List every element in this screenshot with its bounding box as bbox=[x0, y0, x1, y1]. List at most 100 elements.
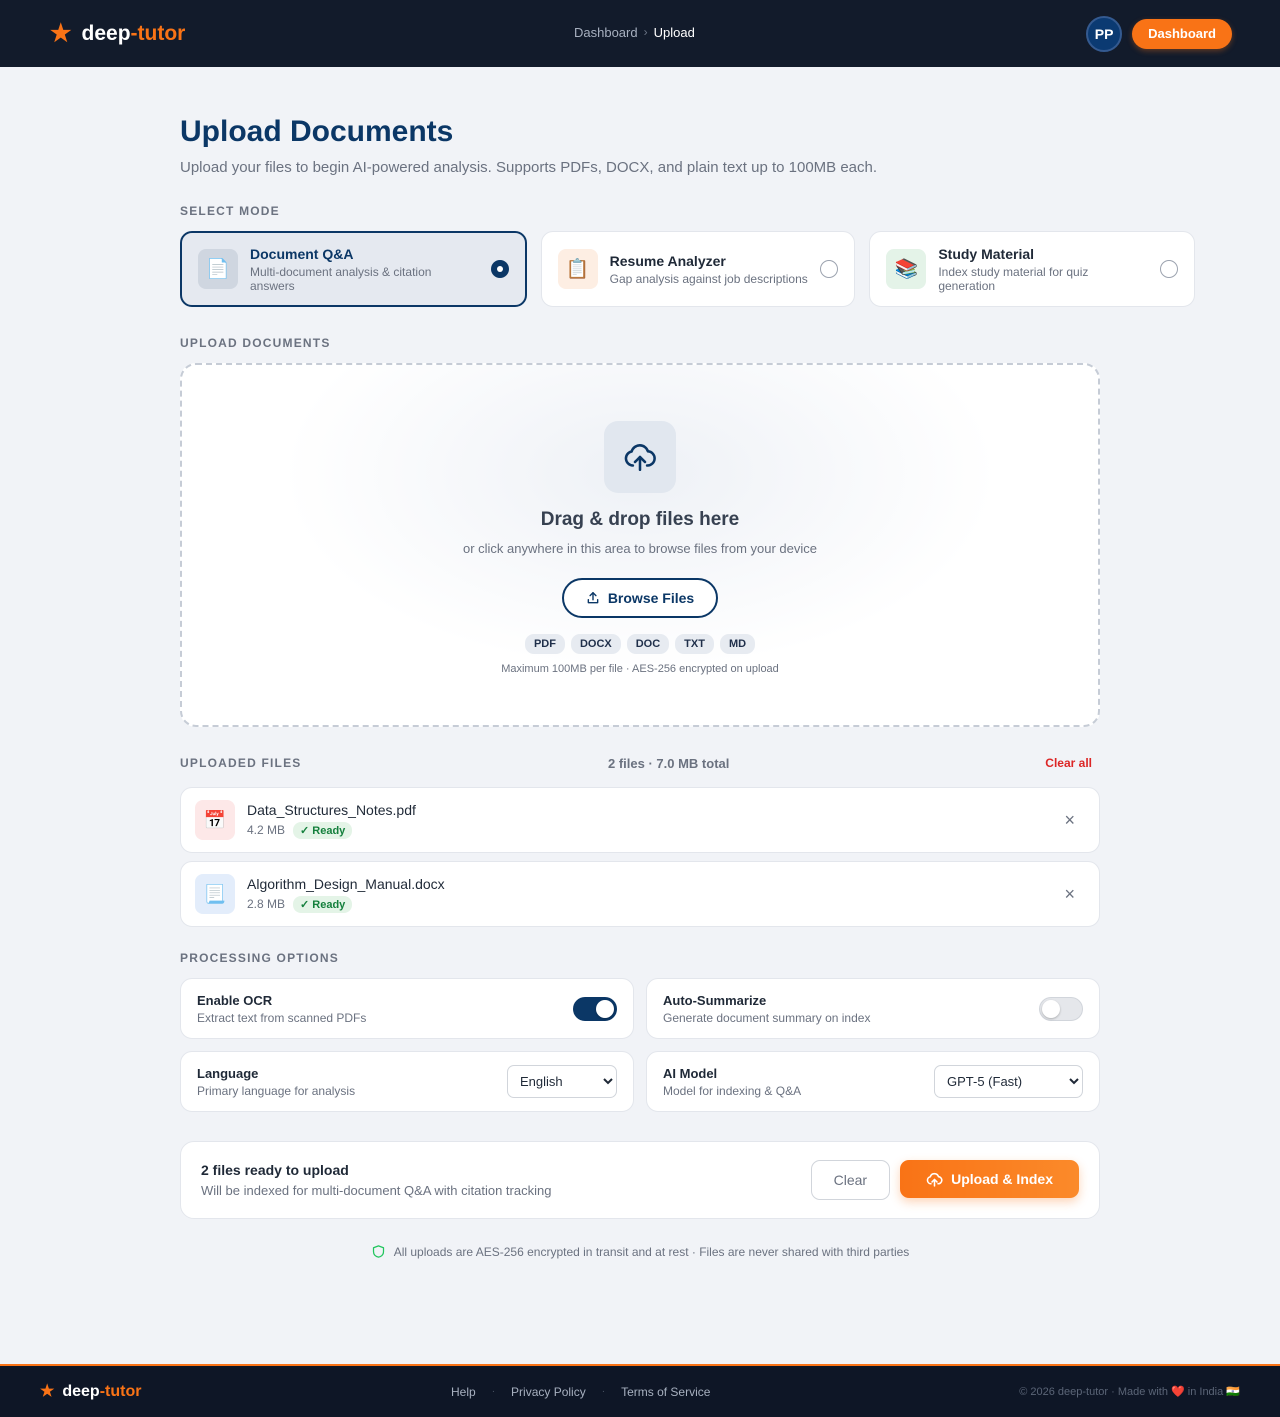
option-description: Generate document summary on index bbox=[663, 1010, 871, 1025]
page-subtitle: Upload your files to begin AI-powered an… bbox=[180, 159, 878, 176]
status-badge: ✓ Ready bbox=[293, 895, 353, 913]
security-note: All uploads are AES-256 encrypted in tra… bbox=[180, 1244, 1100, 1259]
copyright: © 2026 deep-tutor · Made with ❤️ in Indi… bbox=[1019, 1386, 1240, 1398]
browse-files-label: Browse Files bbox=[607, 590, 695, 606]
mode-card-study-material[interactable]: 📚 Study Material Index study material fo… bbox=[869, 231, 1195, 307]
file-type-chip: DOC bbox=[626, 634, 670, 654]
mode-selector: 📄 Document Q&A Multi-document analysis &… bbox=[180, 231, 1195, 307]
option-title: Enable OCR bbox=[197, 992, 273, 1008]
dropzone-subtitle: or click anywhere in this area to browse… bbox=[462, 541, 818, 556]
separator: · bbox=[601, 1386, 606, 1397]
ready-subtitle: Will be indexed for multi-document Q&A w… bbox=[201, 1183, 552, 1198]
shield-icon bbox=[372, 1245, 384, 1258]
files-summary: 2 files · 7.0 MB total bbox=[608, 755, 730, 771]
clipboard-icon: 📋 bbox=[557, 249, 598, 289]
uploaded-files-header: UPLOADED FILES 2 files · 7.0 MB total Cl… bbox=[180, 755, 1100, 771]
mode-radio[interactable] bbox=[820, 260, 839, 278]
browse-files-button[interactable]: Browse Files bbox=[561, 578, 719, 618]
option-title: AI Model bbox=[663, 1065, 718, 1081]
cloud-upload-icon bbox=[604, 421, 676, 493]
option-ai-model: AI Model Model for indexing & Q&A GPT-5 … bbox=[646, 1051, 1100, 1112]
brand-name: deep-tutor bbox=[62, 1382, 142, 1400]
mode-card-resume-analyzer[interactable]: 📋 Resume Analyzer Gap analysis against j… bbox=[540, 231, 856, 307]
cloud-upload-icon bbox=[926, 1172, 943, 1187]
option-language: Language Primary language for analysis E… bbox=[180, 1051, 634, 1112]
mode-description: Multi-document analysis & citation answe… bbox=[250, 264, 432, 293]
mode-card-document-qa[interactable]: 📄 Document Q&A Multi-document analysis &… bbox=[180, 231, 527, 307]
upload-action-bar: 2 files ready to upload Will be indexed … bbox=[180, 1141, 1100, 1219]
ocr-toggle[interactable] bbox=[573, 996, 617, 1021]
option-description: Model for indexing & Q&A bbox=[663, 1083, 802, 1098]
page-title: Upload Documents bbox=[180, 115, 454, 148]
footer-link-privacy[interactable]: Privacy Policy bbox=[511, 1385, 586, 1399]
upload-documents-label: UPLOAD DOCUMENTS bbox=[180, 336, 331, 350]
mode-title: Study Material bbox=[938, 245, 1035, 262]
main-content: Upload Documents Upload your files to be… bbox=[180, 67, 1200, 1259]
file-type-chip: TXT bbox=[675, 634, 714, 654]
option-title: Language bbox=[197, 1065, 259, 1081]
ready-title: 2 files ready to upload bbox=[201, 1162, 349, 1178]
processing-options-label: PROCESSING OPTIONS bbox=[180, 951, 339, 965]
breadcrumb-current: Upload bbox=[653, 25, 695, 40]
clear-button[interactable]: Clear bbox=[810, 1160, 891, 1200]
footer: ★ deep-tutor Help · Privacy Policy · Ter… bbox=[0, 1364, 1280, 1417]
option-ocr: Enable OCR Extract text from scanned PDF… bbox=[180, 978, 634, 1039]
footer-link-terms[interactable]: Terms of Service bbox=[621, 1385, 710, 1399]
chevron-right-icon: › bbox=[643, 25, 648, 39]
top-header: ★ deep-tutor Dashboard › Upload PP Dashb… bbox=[0, 0, 1280, 67]
auto-summarize-toggle[interactable] bbox=[1039, 996, 1083, 1021]
mode-title: Resume Analyzer bbox=[609, 252, 726, 269]
pdf-file-icon: 📅 bbox=[195, 800, 235, 840]
uploaded-file-list: 📅 Data_Structures_Notes.pdf 4.2 MB ✓ Rea… bbox=[180, 787, 1200, 927]
processing-options: Enable OCR Extract text from scanned PDF… bbox=[180, 978, 1100, 1112]
file-row: 📃 Algorithm_Design_Manual.docx 2.8 MB ✓ … bbox=[180, 861, 1100, 927]
remove-file-close-icon[interactable]: × bbox=[1064, 810, 1075, 831]
footer-logo[interactable]: ★ deep-tutor bbox=[40, 1383, 141, 1401]
mode-radio[interactable] bbox=[1160, 260, 1178, 278]
footer-links: Help · Privacy Policy · Terms of Service bbox=[451, 1385, 710, 1399]
file-size: 2.8 MB bbox=[247, 897, 286, 911]
option-title: Auto-Summarize bbox=[663, 992, 767, 1008]
footer-link-help[interactable]: Help bbox=[451, 1385, 476, 1399]
status-badge: ✓ Ready bbox=[293, 821, 353, 839]
upload-icon bbox=[587, 592, 599, 604]
file-name: Data_Structures_Notes.pdf bbox=[247, 801, 416, 818]
breadcrumb-dashboard-link[interactable]: Dashboard bbox=[574, 25, 638, 40]
mode-title: Document Q&A bbox=[250, 245, 354, 262]
dropzone-title: Drag & drop files here bbox=[540, 509, 740, 530]
breadcrumb: Dashboard › Upload bbox=[574, 25, 695, 40]
file-type-chip: PDF bbox=[524, 634, 565, 654]
file-type-list: PDF DOCX DOC TXT MD bbox=[524, 634, 756, 654]
file-size: 4.2 MB bbox=[247, 823, 286, 837]
dropzone-note: Maximum 100MB per file · AES-256 encrypt… bbox=[501, 663, 779, 675]
option-auto-summarize: Auto-Summarize Generate document summary… bbox=[646, 978, 1100, 1039]
header-actions: PP Dashboard bbox=[1086, 15, 1232, 52]
docx-file-icon: 📃 bbox=[195, 874, 235, 914]
user-avatar[interactable]: PP bbox=[1086, 15, 1123, 52]
separator: · bbox=[491, 1386, 496, 1397]
upload-index-label: Upload & Index bbox=[951, 1171, 1053, 1187]
mode-radio[interactable] bbox=[490, 260, 509, 278]
brand-logo[interactable]: ★ deep-tutor bbox=[50, 19, 186, 47]
mode-description: Gap analysis against job descriptions bbox=[609, 271, 808, 286]
select-mode-label: SELECT MODE bbox=[180, 204, 280, 218]
books-icon: 📚 bbox=[886, 249, 927, 289]
file-name: Algorithm_Design_Manual.docx bbox=[247, 875, 445, 892]
brand-name: deep-tutor bbox=[81, 21, 186, 45]
file-type-chip: MD bbox=[719, 634, 756, 654]
mode-description: Index study material for quiz generation bbox=[938, 264, 1089, 293]
dashboard-button[interactable]: Dashboard bbox=[1132, 18, 1232, 49]
upload-index-button[interactable]: Upload & Index bbox=[900, 1160, 1079, 1198]
remove-file-close-icon[interactable]: × bbox=[1064, 884, 1075, 905]
uploaded-files-label: UPLOADED FILES bbox=[180, 756, 302, 770]
document-icon: 📄 bbox=[198, 249, 238, 289]
clear-all-link[interactable]: Clear all bbox=[1045, 756, 1092, 770]
file-row: 📅 Data_Structures_Notes.pdf 4.2 MB ✓ Rea… bbox=[180, 787, 1100, 853]
option-description: Primary language for analysis bbox=[197, 1083, 356, 1098]
option-description: Extract text from scanned PDFs bbox=[197, 1010, 367, 1025]
file-dropzone[interactable]: Drag & drop files here or click anywhere… bbox=[180, 363, 1100, 727]
star-icon: ★ bbox=[50, 19, 72, 47]
ai-model-select[interactable]: GPT-5 (Fast) bbox=[934, 1065, 1083, 1098]
language-select[interactable]: English bbox=[507, 1065, 617, 1098]
star-icon: ★ bbox=[40, 1382, 55, 1400]
